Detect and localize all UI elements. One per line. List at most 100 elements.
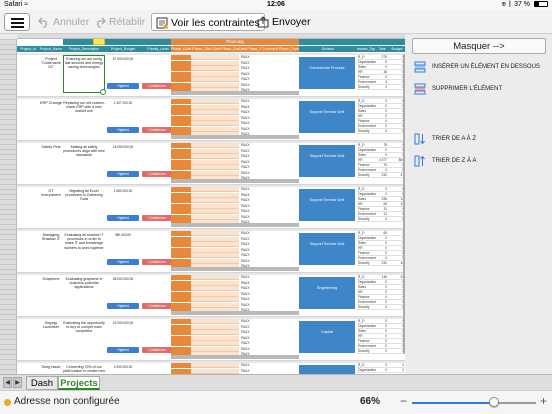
division-cell[interactable]: Capital	[299, 321, 355, 353]
priority-chip[interactable]: Highest	[107, 127, 139, 133]
phase-row[interactable]: PAUX	[171, 368, 299, 374]
comment-note-icon[interactable]	[93, 39, 105, 45]
phase-row[interactable]: PAUX	[171, 291, 299, 297]
phase-row[interactable]: PAUX	[171, 258, 299, 264]
tab-prev-button[interactable]: ◀	[3, 377, 12, 388]
priority-chip[interactable]: Highest	[107, 259, 139, 265]
phase-row[interactable]: PAUX	[171, 319, 299, 324]
priority-chip[interactable]: Highest	[107, 347, 139, 353]
confidence-chip[interactable]: Confidence	[142, 127, 172, 133]
priority-chip[interactable]: Highest	[107, 215, 139, 221]
phase-row[interactable]: PAUX	[171, 148, 299, 154]
phase-row[interactable]: PAUX	[171, 286, 299, 291]
menu-button[interactable]	[4, 13, 30, 31]
view-constraints-button[interactable]: Voir les contraintes	[151, 13, 265, 31]
insert-element-button[interactable]: INSÉRER UN ÉLÉMENT EN DESSOUS	[412, 58, 546, 76]
phase-row[interactable]: PAUX	[171, 247, 299, 253]
project-row[interactable]: ERP Change Replacing our old custom-made …	[17, 97, 405, 141]
project-row[interactable]: Managing Shadow IT Evaluating all shadow …	[17, 229, 405, 273]
sort-a-z-button[interactable]: TRIER DE A À Z	[412, 130, 546, 148]
phase-row[interactable]: PAUX	[171, 55, 299, 60]
impact-row[interactable]: Security23247	[357, 173, 405, 178]
project-row[interactable]: Buying Lockinker Evaluating the opportuni…	[17, 317, 405, 361]
zoom-out-icon[interactable]: −	[400, 394, 407, 408]
phase-row[interactable]: PAUX	[171, 71, 299, 77]
division-cell[interactable]: Commercial Process	[299, 57, 355, 89]
phase-row[interactable]: PAUX	[171, 324, 299, 330]
phase-row[interactable]: PAUX	[171, 170, 299, 176]
delete-element-button[interactable]: SUPPRIMER L'ÉLÉMENT	[412, 80, 546, 98]
confidence-chip[interactable]: Confidence	[142, 215, 172, 221]
confidence-chip[interactable]: Confidence	[142, 303, 172, 309]
division-cell[interactable]: Support Service Unit	[299, 189, 355, 221]
phase-row[interactable]: PAUX	[171, 214, 299, 220]
phase-row[interactable]: PAUX	[171, 242, 299, 247]
project-row[interactable]: Safety First Making all safety procedures…	[17, 141, 405, 185]
phase-row[interactable]: PAUX	[171, 110, 299, 115]
impact-row[interactable]: Organization 0 0	[357, 368, 405, 373]
impact-row[interactable]: Security00	[357, 305, 405, 310]
selected-cell-frame[interactable]	[63, 55, 105, 93]
phase-row[interactable]: PAUX	[171, 198, 299, 203]
zoom-slider[interactable]	[412, 402, 536, 404]
phase-row[interactable]: PAUX	[171, 159, 299, 165]
confidence-chip[interactable]: Confidence	[142, 259, 172, 265]
phase-row[interactable]: PAUX	[171, 154, 299, 159]
phase-row[interactable]: PAUX	[171, 231, 299, 236]
division-cell[interactable]: Support Service Unit	[299, 101, 355, 133]
phase-row[interactable]: PAUX	[171, 302, 299, 308]
phase-row[interactable]: PAUX	[171, 253, 299, 258]
selection-handle[interactable]	[100, 89, 106, 95]
phase-row[interactable]: PAUX	[171, 126, 299, 132]
impact-row[interactable]: Security23044	[357, 261, 405, 266]
phase-row[interactable]: PAUX	[171, 60, 299, 66]
phase-row[interactable]: PAUX	[171, 236, 299, 242]
phase-row[interactable]: PAUX	[171, 187, 299, 192]
project-row[interactable]: OT everywhere Migrating all Excel process…	[17, 185, 405, 229]
send-button[interactable]: Envoyer	[257, 13, 311, 31]
phase-row[interactable]: PAUX	[171, 104, 299, 110]
phase-row[interactable]: PAUX	[171, 346, 299, 352]
confidence-chip[interactable]: Confidence	[142, 171, 172, 177]
impact-row[interactable]: Security00	[357, 129, 405, 134]
phase-row[interactable]: PAUX	[171, 335, 299, 341]
phase-row[interactable]: PAUX	[171, 115, 299, 121]
phase-row[interactable]: PAUX	[171, 363, 299, 368]
phase-row[interactable]: PAUX	[171, 192, 299, 198]
division-cell[interactable]: Engineering	[299, 277, 355, 309]
phase-row[interactable]: PAUX	[171, 209, 299, 214]
phase-row[interactable]: PAUX	[171, 143, 299, 148]
vertical-scrollbar[interactable]	[403, 54, 405, 354]
phase-row[interactable]: PAUX	[171, 165, 299, 170]
zoom-in-icon[interactable]: +	[540, 394, 547, 408]
impact-row[interactable]: Security00	[357, 349, 405, 354]
confidence-chip[interactable]: Confidence	[142, 347, 172, 353]
tab-dash[interactable]: Dash	[26, 376, 58, 390]
division-cell[interactable]: Support Service Unit	[299, 233, 355, 265]
phase-row[interactable]: PAUX	[171, 99, 299, 104]
sheet-grid[interactable]: Planning Project_id Project_Name Project_De…	[17, 39, 405, 374]
phase-row[interactable]: PAUX	[171, 341, 299, 346]
phase-row[interactable]: PAUX	[171, 121, 299, 126]
division-cell[interactable]: Support Service Unit	[299, 365, 355, 374]
tab-projects[interactable]: Projects	[58, 376, 100, 390]
phase-row[interactable]: PAUX	[171, 275, 299, 280]
redo-button[interactable]: Rétablir	[94, 13, 145, 31]
phase-row[interactable]: PAUX	[171, 280, 299, 286]
impact-row[interactable]: Security20	[357, 85, 405, 90]
project-row[interactable]: Song Issue Converting 75% of our yield tr…	[17, 361, 405, 374]
division-cell[interactable]: Support Service Unit	[299, 145, 355, 177]
zoom-slider-thumb[interactable]	[488, 397, 499, 407]
confidence-chip[interactable]: Confidence	[142, 83, 172, 89]
undo-button[interactable]: Annuler	[38, 13, 89, 31]
phase-row[interactable]: PAUX	[171, 330, 299, 335]
project-row[interactable]: Graphene Evaluating graphene in business …	[17, 273, 405, 317]
tab-next-button[interactable]: ▶	[13, 377, 22, 388]
phase-row[interactable]: PAUX	[171, 66, 299, 71]
phase-row[interactable]: PAUX	[171, 77, 299, 82]
priority-chip[interactable]: Highest	[107, 83, 139, 89]
priority-chip[interactable]: Highest	[107, 171, 139, 177]
impact-row[interactable]: Security00	[357, 217, 405, 222]
priority-chip[interactable]: Highest	[107, 303, 139, 309]
phase-row[interactable]: PAUX	[171, 203, 299, 209]
